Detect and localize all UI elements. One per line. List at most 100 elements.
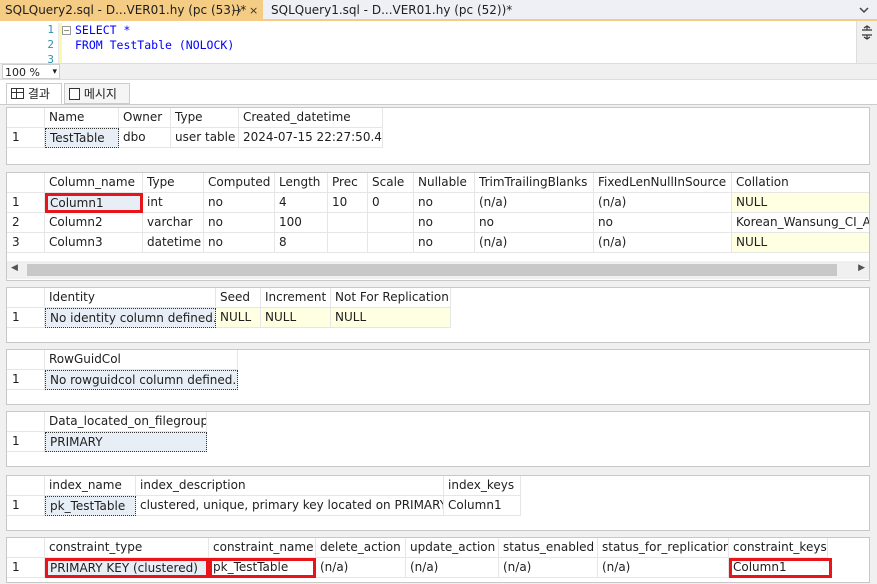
grid-cell-highlighted[interactable]: PRIMARY KEY (clustered) [45,558,209,578]
column-header[interactable]: Nullable [414,173,475,193]
column-header[interactable]: update_action [406,538,499,558]
grid-cell[interactable]: pk_TestTable [45,496,136,516]
column-header[interactable]: Collation [732,173,869,193]
grid-cell[interactable]: NULL [732,233,869,253]
result-grid-indexes[interactable]: index_name index_description index_keys … [6,475,870,531]
column-header[interactable]: status_enabled [499,538,598,558]
grid-cell[interactable]: (n/a) [594,233,732,253]
scroll-right-icon[interactable]: ▶ [858,263,865,273]
grid-cell[interactable]: no [204,213,275,233]
column-header[interactable]: index_description [136,476,444,496]
table-row[interactable]: 3 Column3 datetime no 8 no (n/a) (n/a) N… [7,233,869,253]
table-row[interactable]: 1 No identity column defined. NULL NULL … [7,308,869,328]
column-header[interactable]: index_name [45,476,136,496]
grid-cell[interactable]: clustered, unique, primary key located o… [136,496,444,516]
grid-cell[interactable]: varchar [143,213,204,233]
column-header[interactable]: FixedLenNullInSource [594,173,732,193]
grid-cell[interactable]: 2024-07-15 22:27:50.400 [239,128,383,148]
column-header[interactable]: delete_action [316,538,406,558]
column-header[interactable]: Computed [204,173,275,193]
row-number[interactable]: 1 [7,193,45,213]
row-number[interactable]: 1 [7,432,45,452]
column-header[interactable]: TrimTrailingBlanks [475,173,594,193]
grid-cell[interactable]: 0 [368,193,414,213]
column-header[interactable]: Column_name [45,173,143,193]
result-grid-rowguidcol[interactable]: RowGuidCol 1 No rowguidcol column define… [6,349,870,405]
grid-cell-highlighted[interactable]: Column1 [729,558,832,578]
tab-messages[interactable]: 메시지 [64,83,130,104]
column-header[interactable]: Increment [261,288,331,308]
column-header[interactable]: Seed [216,288,261,308]
column-header[interactable]: Created_datetime [239,108,383,128]
grid-cell[interactable]: 10 [328,193,368,213]
grid-cell[interactable]: 100 [275,213,328,233]
close-icon[interactable]: × [249,0,258,21]
row-number[interactable]: 3 [7,233,45,253]
column-header[interactable]: constraint_name [209,538,316,558]
grid-cell[interactable]: no [475,213,594,233]
grid-cell[interactable] [368,233,414,253]
grid-cell[interactable] [368,213,414,233]
grid-cell[interactable]: (n/a) [499,558,598,578]
grid-cell[interactable]: Column1 [444,496,521,516]
column-header[interactable]: Not For Replication [331,288,451,308]
grid-cell[interactable]: int [143,193,204,213]
table-row[interactable]: 1 PRIMARY [7,432,869,452]
result-grid-constraints[interactable]: constraint_type constraint_name delete_a… [6,537,870,583]
pin-icon[interactable]: ⊸ [232,0,241,21]
grid-cell[interactable]: NULL [732,193,869,213]
grid-cell[interactable]: TestTable [45,128,119,148]
sql-editor[interactable]: 1 2 3 − SELECT * FROM TestTable (NOLOCK) [0,23,877,63]
grid-cell[interactable]: no [204,233,275,253]
grid-cell[interactable]: PRIMARY [45,432,207,452]
scroll-left-icon[interactable]: ◀ [11,263,18,273]
table-row[interactable]: 2 Column2 varchar no 100 no no no Korean… [7,213,869,233]
scrollbar-thumb[interactable] [27,264,837,276]
column-header[interactable]: Length [275,173,328,193]
grid-cell[interactable]: no [414,233,475,253]
grid-cell-highlighted[interactable]: pk_TestTable [209,558,316,578]
row-number[interactable]: 1 [7,370,45,390]
grid-cell[interactable]: Column3 [45,233,143,253]
column-header[interactable]: index_keys [444,476,521,496]
grid-cell[interactable]: No rowguidcol column defined. [45,370,238,390]
column-header[interactable]: Type [143,173,204,193]
grid-cell[interactable]: datetime [143,233,204,253]
row-number[interactable]: 1 [7,558,45,578]
table-row[interactable]: 1 pk_TestTable clustered, unique, primar… [7,496,869,516]
grid-cell[interactable] [328,213,368,233]
grid-cell[interactable]: no [414,193,475,213]
grid-cell[interactable]: no [594,213,732,233]
grid-cell[interactable]: (n/a) [598,558,729,578]
column-header[interactable]: status_for_replication [598,538,729,558]
column-header[interactable]: Data_located_on_filegroup [45,412,207,432]
grid-cell[interactable]: Korean_Wansung_CI_AS [732,213,869,233]
tab-dropdown-icon[interactable] [858,4,870,16]
grid-cell[interactable]: (n/a) [475,233,594,253]
collapse-icon[interactable]: − [62,26,71,35]
grid-cell[interactable]: No identity column defined. [45,308,216,328]
grid-cell[interactable]: (n/a) [594,193,732,213]
column-header[interactable]: RowGuidCol [45,350,238,370]
grid-cell[interactable]: NULL [261,308,331,328]
result-grid-filegroup[interactable]: Data_located_on_filegroup 1 PRIMARY [6,411,870,467]
column-header[interactable]: Name [45,108,119,128]
grid-cell[interactable]: no [204,193,275,213]
grid-cell[interactable]: Column2 [45,213,143,233]
column-header[interactable]: Owner [119,108,171,128]
grid-cell[interactable] [328,233,368,253]
grid-cell[interactable]: dbo [119,128,171,148]
column-header[interactable]: Identity [45,288,216,308]
result-grid-columns[interactable]: Column_name Type Computed Length Prec Sc… [6,172,870,281]
grid-cell[interactable]: NULL [216,308,261,328]
row-number[interactable]: 1 [7,308,45,328]
row-number[interactable]: 1 [7,496,45,516]
table-row[interactable]: 1 Column1 int no 4 10 0 no (n/a) (n/a) N… [7,193,869,213]
grid-cell[interactable]: (n/a) [316,558,406,578]
horizontal-scrollbar[interactable]: ◀ ▶ [7,261,869,279]
grid-cell[interactable]: NULL [331,308,451,328]
tab-sqlquery2[interactable]: SQLQuery2.sql - D...VER01.hy (pc (53))* … [0,0,263,21]
tab-sqlquery1[interactable]: SQLQuery1.sql - D...VER01.hy (pc (52))* [266,0,566,21]
column-header[interactable]: Scale [368,173,414,193]
column-header[interactable]: Type [171,108,239,128]
